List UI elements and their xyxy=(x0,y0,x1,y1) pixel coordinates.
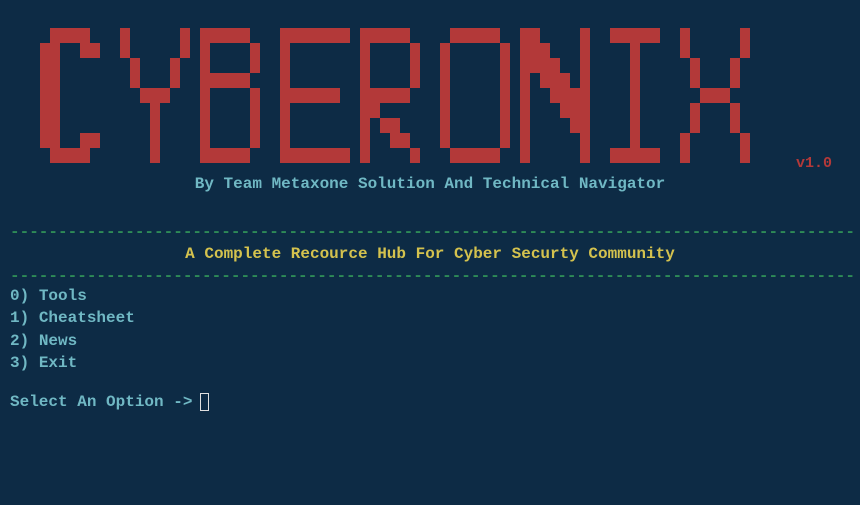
menu-item-index: 3) xyxy=(10,354,39,372)
tagline: A Complete Recource Hub For Cyber Securt… xyxy=(0,241,860,267)
menu-item-label: Cheatsheet xyxy=(39,309,135,327)
menu-item-label: Tools xyxy=(39,287,87,305)
menu-item-exit[interactable]: 3) Exit xyxy=(10,352,850,374)
menu-item-index: 1) xyxy=(10,309,39,327)
version-label: v1.0 xyxy=(796,155,832,172)
menu-item-news[interactable]: 2) News xyxy=(10,330,850,352)
menu-item-index: 0) xyxy=(10,287,39,305)
menu-item-cheatsheet[interactable]: 1) Cheatsheet xyxy=(10,307,850,329)
prompt-label: Select An Option -> xyxy=(10,393,192,411)
main-menu: 0) Tools1) Cheatsheet2) News3) Exit xyxy=(0,285,860,375)
menu-item-index: 2) xyxy=(10,332,39,350)
menu-item-label: Exit xyxy=(39,354,77,372)
tagline-section: ----------------------------------------… xyxy=(0,223,860,285)
byline: By Team Metaxone Solution And Technical … xyxy=(40,175,820,193)
menu-item-label: News xyxy=(39,332,77,350)
menu-item-tools[interactable]: 0) Tools xyxy=(10,285,850,307)
ascii-title xyxy=(40,28,820,163)
separator-bottom: ----------------------------------------… xyxy=(0,267,860,285)
banner: v1.0 By Team Metaxone Solution And Techn… xyxy=(0,0,860,193)
cursor-icon xyxy=(200,393,209,411)
prompt-line[interactable]: Select An Option -> xyxy=(0,393,860,411)
separator-top: ----------------------------------------… xyxy=(0,223,860,241)
